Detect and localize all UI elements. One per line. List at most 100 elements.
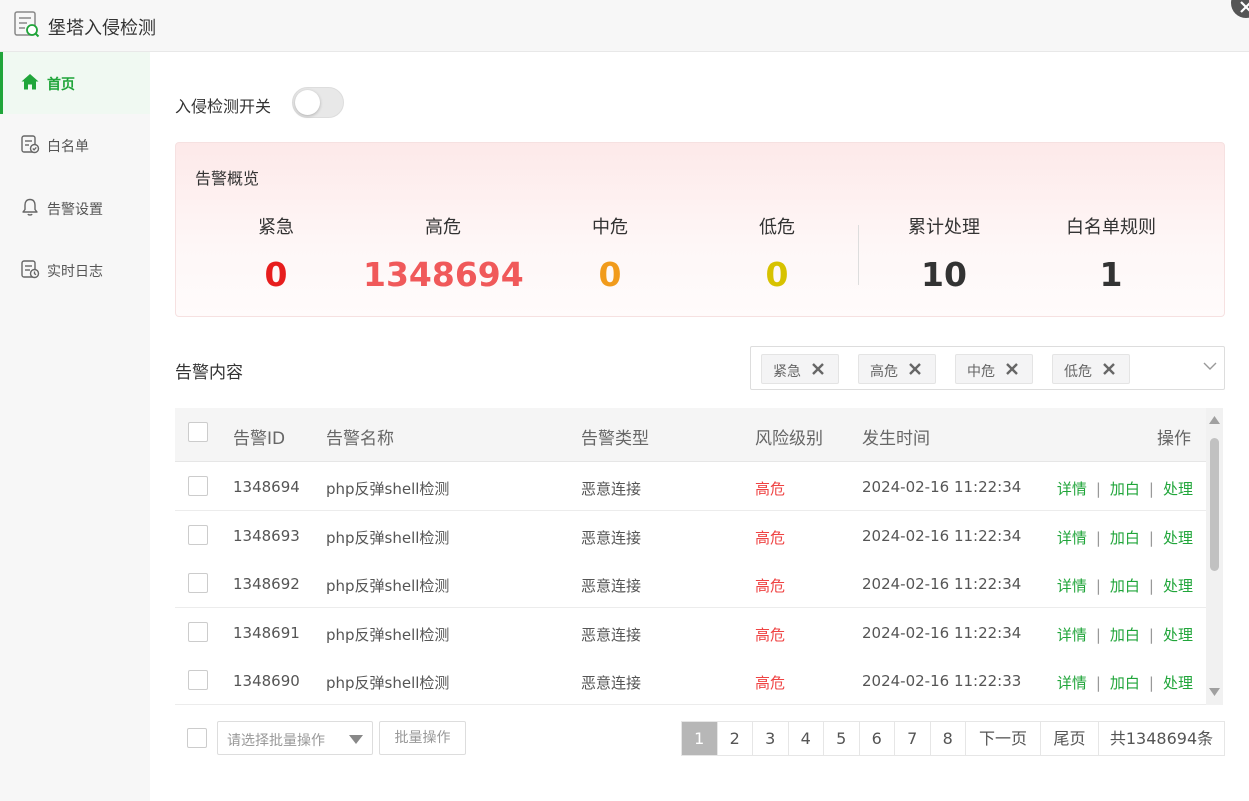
next-page-button[interactable]: 下一页 bbox=[966, 722, 1041, 755]
stat-label: 白名单规则 bbox=[1066, 217, 1156, 238]
handle-link[interactable]: 处理 bbox=[1163, 626, 1193, 644]
cell-name: php反弹shell检测 bbox=[326, 577, 450, 595]
column-header-ops: 操作 bbox=[1157, 429, 1191, 449]
handle-link[interactable]: 处理 bbox=[1163, 674, 1193, 692]
cell-time: 2024-02-16 11:22:34 bbox=[862, 527, 1022, 545]
whitelist-link[interactable]: 加白 bbox=[1110, 529, 1140, 547]
detail-link[interactable]: 详情 bbox=[1057, 577, 1087, 595]
batch-select-all-checkbox[interactable] bbox=[187, 728, 207, 748]
detection-switch[interactable] bbox=[292, 87, 344, 118]
table-scrollbar[interactable] bbox=[1206, 408, 1223, 705]
sidebar: 首页 白名单 告警设置 实时日志 bbox=[0, 52, 150, 801]
close-button[interactable] bbox=[1231, 0, 1249, 18]
stat-low: 低危 0 bbox=[697, 213, 857, 294]
app-logo-icon bbox=[14, 11, 40, 38]
action-separator: | bbox=[1148, 674, 1154, 692]
detail-link[interactable]: 详情 bbox=[1057, 674, 1087, 692]
page-button-1[interactable]: 1 bbox=[682, 722, 718, 755]
remove-tag-icon[interactable] bbox=[1102, 362, 1116, 376]
cell-time: 2024-02-16 11:22:34 bbox=[862, 624, 1022, 642]
action-separator: | bbox=[1095, 626, 1101, 644]
whitelist-link[interactable]: 加白 bbox=[1110, 674, 1140, 692]
stat-high: 高危 1348694 bbox=[363, 213, 524, 294]
scrollbar-thumb[interactable] bbox=[1210, 438, 1219, 571]
row-checkbox[interactable] bbox=[188, 525, 208, 545]
batch-action-button[interactable]: 批量操作 bbox=[379, 721, 466, 755]
detail-link[interactable]: 详情 bbox=[1057, 626, 1087, 644]
cell-type: 恶意连接 bbox=[581, 480, 642, 498]
stat-label: 紧急 bbox=[258, 217, 294, 238]
page-button-7[interactable]: 7 bbox=[895, 722, 931, 755]
detection-switch-label: 入侵检测开关 bbox=[175, 97, 272, 116]
row-checkbox[interactable] bbox=[188, 670, 208, 690]
stat-value: 10 bbox=[921, 255, 967, 294]
stat-label: 低危 bbox=[759, 217, 795, 238]
sidebar-item-realtime-log[interactable]: 实时日志 bbox=[0, 239, 150, 301]
stat-value: 1348694 bbox=[363, 255, 524, 294]
row-checkbox[interactable] bbox=[188, 573, 208, 593]
handle-link[interactable]: 处理 bbox=[1163, 480, 1193, 498]
scroll-up-arrow-icon[interactable] bbox=[1209, 416, 1220, 424]
page-button-5[interactable]: 5 bbox=[824, 722, 860, 755]
cell-name: php反弹shell检测 bbox=[326, 480, 450, 498]
select-all-checkbox[interactable] bbox=[188, 422, 208, 442]
stat-divider bbox=[858, 225, 859, 285]
page-button-2[interactable]: 2 bbox=[717, 722, 753, 755]
sidebar-item-label: 白名单 bbox=[47, 139, 89, 155]
sidebar-item-alert-settings[interactable]: 告警设置 bbox=[0, 177, 150, 239]
whitelist-link[interactable]: 加白 bbox=[1110, 626, 1140, 644]
cell-type: 恶意连接 bbox=[581, 529, 642, 547]
log-icon bbox=[21, 260, 40, 279]
total-count: 共1348694条 bbox=[1099, 722, 1225, 755]
pagination: 1 2 3 4 5 6 7 8 下一页 尾页 共1348694条 bbox=[681, 721, 1225, 756]
sidebar-item-home[interactable]: 首页 bbox=[0, 52, 150, 114]
remove-tag-icon[interactable] bbox=[908, 362, 922, 376]
table-header: 告警ID 告警名称 告警类型 风险级别 发生时间 操作 bbox=[175, 408, 1206, 462]
row-checkbox[interactable] bbox=[188, 622, 208, 642]
remove-tag-icon[interactable] bbox=[1005, 362, 1019, 376]
handle-link[interactable]: 处理 bbox=[1163, 577, 1193, 595]
cell-name: php反弹shell检测 bbox=[326, 674, 450, 692]
filter-tag: 中危 bbox=[955, 354, 1033, 384]
remove-tag-icon[interactable] bbox=[811, 362, 825, 376]
action-separator: | bbox=[1148, 626, 1154, 644]
stat-label: 中危 bbox=[592, 217, 628, 238]
cell-name: php反弹shell检测 bbox=[326, 529, 450, 547]
action-separator: | bbox=[1095, 480, 1101, 498]
action-separator: | bbox=[1148, 480, 1154, 498]
sidebar-item-whitelist[interactable]: 白名单 bbox=[0, 114, 150, 176]
page-button-4[interactable]: 4 bbox=[788, 722, 824, 755]
handle-link[interactable]: 处理 bbox=[1163, 529, 1193, 547]
column-header-name: 告警名称 bbox=[326, 429, 394, 449]
page-button-3[interactable]: 3 bbox=[753, 722, 789, 755]
stat-whitelist-rules: 白名单规则 1 bbox=[1031, 213, 1191, 294]
app-title: 堡塔入侵检测 bbox=[48, 18, 156, 39]
level-filter-select[interactable]: 紧急 高危 中危 低危 bbox=[750, 346, 1225, 390]
stat-label: 累计处理 bbox=[908, 217, 980, 238]
table-row: 1348694 php反弹shell检测 恶意连接 高危 2024-02-16 … bbox=[175, 462, 1206, 511]
stat-critical: 紧急 0 bbox=[196, 213, 356, 294]
detail-link[interactable]: 详情 bbox=[1057, 529, 1087, 547]
action-separator: | bbox=[1148, 577, 1154, 595]
cell-time: 2024-02-16 11:22:34 bbox=[862, 575, 1022, 593]
stat-medium: 中危 0 bbox=[530, 213, 690, 294]
cell-id: 1348694 bbox=[233, 478, 300, 496]
row-checkbox[interactable] bbox=[188, 476, 208, 496]
cell-type: 恶意连接 bbox=[581, 626, 642, 644]
alerts-section-title: 告警内容 bbox=[175, 363, 243, 383]
page-button-6[interactable]: 6 bbox=[859, 722, 895, 755]
batch-action-select[interactable]: 请选择批量操作 bbox=[217, 721, 373, 755]
row-actions: 详情 | 加白 | 处理 bbox=[1057, 527, 1193, 548]
whitelist-link[interactable]: 加白 bbox=[1110, 577, 1140, 595]
cell-time: 2024-02-16 11:22:34 bbox=[862, 478, 1022, 496]
row-actions: 详情 | 加白 | 处理 bbox=[1057, 624, 1193, 645]
alert-overview-card: 告警概览 紧急 0 高危 1348694 中危 0 低危 0 累计处理 10 白… bbox=[175, 142, 1225, 317]
sidebar-item-label: 实时日志 bbox=[47, 264, 103, 280]
last-page-button[interactable]: 尾页 bbox=[1041, 722, 1099, 755]
scroll-down-arrow-icon[interactable] bbox=[1209, 688, 1220, 696]
detail-link[interactable]: 详情 bbox=[1057, 480, 1087, 498]
page-button-8[interactable]: 8 bbox=[930, 722, 966, 755]
whitelist-link[interactable]: 加白 bbox=[1110, 480, 1140, 498]
cell-type: 恶意连接 bbox=[581, 577, 642, 595]
table-row: 1348692 php反弹shell检测 恶意连接 高危 2024-02-16 … bbox=[175, 559, 1206, 608]
